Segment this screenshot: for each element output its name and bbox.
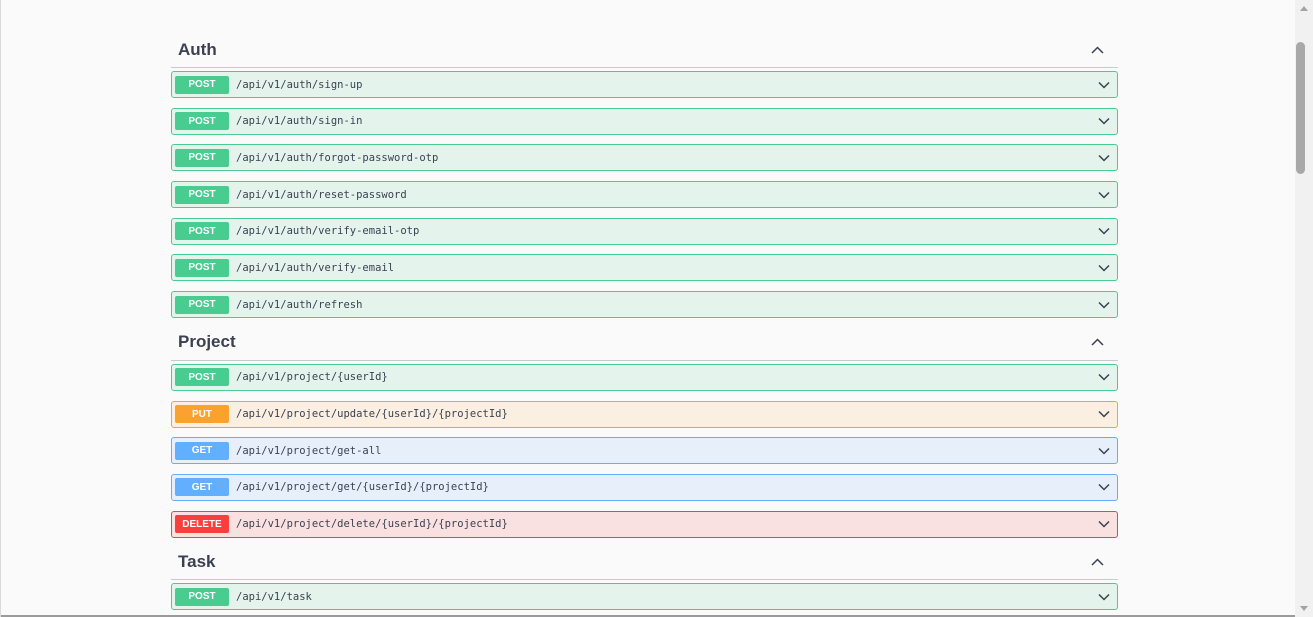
- method-badge: POST: [175, 587, 229, 606]
- tag-title: Project: [178, 332, 236, 352]
- operation-post-task[interactable]: POST /api/v1/task: [171, 583, 1118, 611]
- operation-post-verify-email[interactable]: POST /api/v1/auth/verify-email: [171, 254, 1118, 282]
- operation-post-refresh[interactable]: POST /api/v1/auth/refresh: [171, 291, 1118, 319]
- scroll-up-arrow-icon[interactable]: [1295, 0, 1313, 17]
- chevron-down-icon[interactable]: [1096, 406, 1112, 422]
- swagger-viewport: Auth POST /api/v1/auth/sign-up POST /api…: [0, 0, 1295, 617]
- chevron-down-icon[interactable]: [1096, 150, 1112, 166]
- chevron-down-icon[interactable]: [1096, 113, 1112, 129]
- operation-path: /api/v1/auth/reset-password: [236, 188, 407, 201]
- operation-put-project-update[interactable]: PUT /api/v1/project/update/{userId}/{pro…: [171, 400, 1118, 428]
- operation-path: /api/v1/auth/forgot-password-otp: [236, 151, 439, 164]
- operation-post-sign-in[interactable]: POST /api/v1/auth/sign-in: [171, 107, 1118, 135]
- operation-post-project-user[interactable]: POST /api/v1/project/{userId}: [171, 363, 1118, 391]
- operation-get-project-by-id[interactable]: GET /api/v1/project/get/{userId}/{projec…: [171, 473, 1118, 501]
- chevron-down-icon[interactable]: [1096, 260, 1112, 276]
- method-badge: POST: [175, 148, 229, 167]
- chevron-down-icon[interactable]: [1096, 443, 1112, 459]
- operation-path: /api/v1/project/get/{userId}/{projectId}: [236, 481, 489, 494]
- operation-path: /api/v1/project/update/{userId}/{project…: [236, 408, 508, 420]
- operation-get-project-all[interactable]: GET /api/v1/project/get-all: [171, 437, 1118, 465]
- chevron-up-icon[interactable]: [1090, 555, 1104, 569]
- tag-header-task[interactable]: Task: [171, 544, 1118, 581]
- chevron-down-icon[interactable]: [1096, 77, 1112, 93]
- chevron-down-icon[interactable]: [1096, 297, 1112, 313]
- operations-list: Auth POST /api/v1/auth/sign-up POST /api…: [171, 32, 1118, 617]
- operation-path: /api/v1/project/delete/{userId}/{project…: [236, 518, 508, 531]
- tag-header-project[interactable]: Project: [171, 325, 1118, 361]
- chevron-down-icon[interactable]: [1096, 479, 1112, 495]
- tag-section-project: Project POST /api/v1/project/{userId} PU…: [171, 325, 1118, 538]
- tag-section-auth: Auth POST /api/v1/auth/sign-up POST /api…: [171, 32, 1118, 319]
- method-badge: POST: [175, 222, 229, 241]
- chevron-down-icon[interactable]: [1096, 516, 1112, 532]
- chevron-down-icon[interactable]: [1096, 369, 1112, 385]
- operation-path: /api/v1/task: [236, 590, 312, 603]
- operation-path: /api/v1/auth/sign-up: [236, 78, 363, 91]
- chevron-down-icon[interactable]: [1096, 223, 1112, 239]
- operation-path: /api/v1/auth/refresh: [236, 298, 363, 311]
- method-badge: POST: [175, 258, 229, 277]
- vertical-scrollbar[interactable]: [1295, 0, 1313, 617]
- method-badge: DELETE: [175, 515, 229, 534]
- tag-title: Auth: [178, 39, 217, 59]
- chevron-down-icon[interactable]: [1096, 187, 1112, 203]
- tag-header-auth[interactable]: Auth: [171, 32, 1118, 68]
- method-badge: PUT: [175, 405, 229, 423]
- operation-delete-project[interactable]: DELETE /api/v1/project/delete/{userId}/{…: [171, 510, 1118, 538]
- operation-path: /api/v1/auth/verify-email: [236, 261, 395, 274]
- scroll-down-arrow-icon[interactable]: [1295, 600, 1313, 617]
- method-badge: GET: [175, 441, 229, 460]
- operation-post-reset-password[interactable]: POST /api/v1/auth/reset-password: [171, 181, 1118, 209]
- operation-path: /api/v1/project/{userId}: [236, 371, 388, 384]
- chevron-down-icon[interactable]: [1096, 589, 1112, 605]
- method-badge: POST: [175, 75, 229, 94]
- scrollbar-thumb[interactable]: [1296, 42, 1305, 174]
- operation-post-forgot-password-otp[interactable]: POST /api/v1/auth/forgot-password-otp: [171, 144, 1118, 172]
- chevron-up-icon[interactable]: [1090, 43, 1104, 57]
- method-badge: GET: [175, 478, 229, 497]
- method-badge: POST: [175, 295, 229, 314]
- operation-path: /api/v1/auth/verify-email-otp: [236, 225, 420, 238]
- tag-section-task: Task POST /api/v1/task: [171, 544, 1118, 611]
- method-badge: POST: [175, 185, 229, 204]
- operation-path: /api/v1/project/get-all: [236, 444, 382, 457]
- operation-path: /api/v1/auth/sign-in: [236, 115, 363, 128]
- method-badge: POST: [175, 112, 229, 131]
- chevron-up-icon[interactable]: [1090, 335, 1104, 349]
- operation-post-sign-up[interactable]: POST /api/v1/auth/sign-up: [171, 71, 1118, 98]
- tag-title: Task: [178, 551, 216, 571]
- operation-post-verify-email-otp[interactable]: POST /api/v1/auth/verify-email-otp: [171, 217, 1118, 245]
- method-badge: POST: [175, 368, 229, 387]
